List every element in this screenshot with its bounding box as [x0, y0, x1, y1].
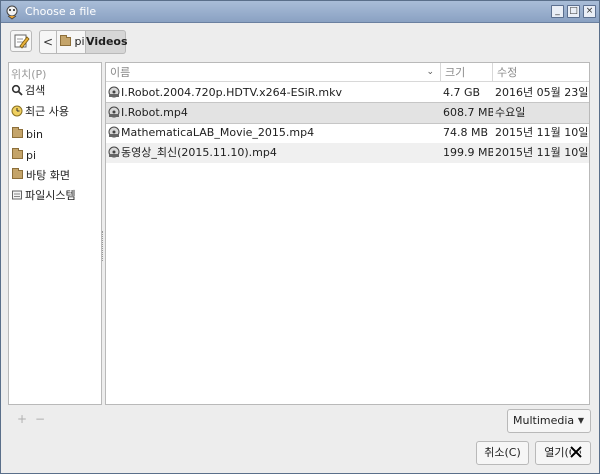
- remove-bookmark-button[interactable]: −: [35, 412, 45, 426]
- column-header-name[interactable]: 이름 ⌄: [106, 63, 441, 82]
- column-header-size[interactable]: 크기: [441, 63, 493, 82]
- window-title: Choose a file: [25, 5, 97, 18]
- video-file-icon: [108, 146, 120, 158]
- file-list: 이름 ⌄ 크기 수정 I.Robot.2004.720p.HDTV.x264-E…: [105, 62, 590, 405]
- file-name: I.Robot.2004.720p.HDTV.x264-ESiR.mkv: [121, 86, 342, 99]
- add-bookmark-button[interactable]: +: [17, 412, 27, 426]
- type-location-button[interactable]: [10, 30, 32, 52]
- sidebar-item-recent[interactable]: 최근 사용: [11, 103, 101, 121]
- file-modified: 수요일: [495, 106, 526, 119]
- file-chooser-window: Choose a file _ □ × < pi Videos 위치(P) 검색: [0, 0, 600, 474]
- video-file-icon: [108, 126, 120, 138]
- filter-value: Multimedia: [513, 414, 575, 427]
- file-size: 74.8 MB: [443, 126, 489, 139]
- places-sidebar: 위치(P) 검색 최근 사용 bin pi 바탕 화면 파일시스템: [8, 62, 102, 405]
- close-button[interactable]: ×: [583, 5, 596, 18]
- file-type-filter[interactable]: Multimedia ▼: [507, 409, 591, 433]
- video-file-icon: [108, 106, 120, 118]
- path-label: pi: [74, 35, 85, 48]
- sort-descending-icon: ⌄: [426, 67, 434, 77]
- cancel-button[interactable]: 취소(C): [476, 441, 529, 465]
- file-name: MathematicaLAB_Movie_2015.mp4: [121, 126, 315, 139]
- edit-icon: [14, 34, 30, 49]
- table-row[interactable]: MathematicaLAB_Movie_2015.mp4 74.8 MB 20…: [106, 123, 589, 143]
- file-modified: 2015년 11월 10일: [495, 126, 589, 139]
- sidebar-item-label: bin: [26, 128, 44, 141]
- sidebar-item-label: 검색: [25, 84, 46, 97]
- minimize-button[interactable]: _: [551, 5, 564, 18]
- column-header-modified[interactable]: 수정: [493, 63, 589, 82]
- table-row[interactable]: I.Robot.2004.720p.HDTV.x264-ESiR.mkv 4.7…: [106, 83, 589, 103]
- file-name: I.Robot.mp4: [121, 106, 188, 119]
- drive-icon: [12, 190, 22, 200]
- sidebar-item-pi[interactable]: pi: [11, 147, 101, 165]
- sidebar-item-label: 바탕 화면: [26, 169, 70, 182]
- dropdown-arrow-icon: ▼: [577, 416, 584, 425]
- title-bar[interactable]: Choose a file _ □ ×: [1, 1, 599, 23]
- file-size: 608.7 MB: [443, 106, 493, 119]
- column-label: 이름: [110, 66, 131, 79]
- sidebar-item-label: pi: [26, 149, 37, 162]
- sidebar-item-bin[interactable]: bin: [11, 126, 101, 144]
- home-folder-icon: [12, 148, 23, 159]
- file-name: 동영상_최신(2015.11.10).mp4: [121, 146, 277, 159]
- app-icon: [6, 5, 18, 20]
- sidebar-item-filesystem[interactable]: 파일시스템: [11, 187, 101, 205]
- sidebar-item-label: 파일시스템: [25, 189, 76, 202]
- pane-splitter[interactable]: [102, 231, 104, 261]
- file-modified: 2016년 05월 23일: [495, 86, 589, 99]
- table-row[interactable]: 동영상_최신(2015.11.10).mp4 199.9 MB 2015년 11…: [106, 143, 589, 163]
- places-header: 위치(P): [11, 68, 47, 81]
- busy-cursor-icon: [569, 445, 583, 459]
- file-modified: 2015년 11월 10일: [495, 146, 589, 159]
- home-folder-icon: [60, 35, 71, 46]
- path-back-button[interactable]: <: [39, 30, 57, 54]
- folder-icon: [12, 127, 23, 138]
- video-file-icon: [108, 86, 120, 98]
- desktop-folder-icon: [12, 168, 23, 179]
- sidebar-item-desktop[interactable]: 바탕 화면: [11, 167, 101, 185]
- table-row[interactable]: I.Robot.mp4 608.7 MB 수요일: [106, 102, 589, 124]
- clock-icon: [11, 105, 23, 117]
- path-button-pi[interactable]: pi: [57, 30, 86, 54]
- path-button-videos[interactable]: Videos: [86, 30, 128, 54]
- sidebar-item-search[interactable]: 검색: [11, 82, 101, 100]
- maximize-button[interactable]: □: [567, 5, 580, 18]
- file-size: 4.7 GB: [443, 86, 481, 99]
- file-size: 199.9 MB: [443, 146, 493, 159]
- search-icon: [11, 84, 23, 96]
- sidebar-item-label: 최근 사용: [25, 105, 69, 118]
